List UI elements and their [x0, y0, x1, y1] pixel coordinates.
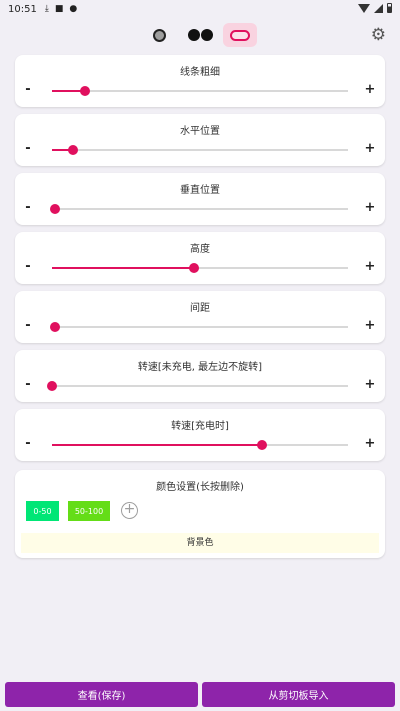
slider-title: 水平位置: [180, 126, 220, 137]
color-settings-title: 颜色设置(长按删除): [156, 482, 244, 493]
style-pill-button[interactable]: [223, 23, 257, 47]
slider-thumb[interactable]: [47, 381, 57, 391]
decrement-button[interactable]: -: [21, 83, 35, 97]
decrement-button[interactable]: -: [21, 437, 35, 451]
slider-title: 转速[充电时]: [171, 421, 229, 432]
slider-title: 垂直位置: [180, 185, 220, 196]
slider-card-vertical-position: 垂直位置 - +: [15, 173, 385, 225]
wifi-icon: [358, 3, 370, 13]
pill-icon: [230, 29, 250, 41]
slider-card-height: 高度 - +: [15, 232, 385, 284]
view-save-button[interactable]: 查看(保存): [5, 682, 198, 707]
status-bar: 10:51 ⤓ ■ ●: [0, 0, 400, 18]
slider-fill: [52, 267, 195, 269]
slider-track[interactable]: [52, 263, 348, 273]
battery-icon: [387, 3, 392, 13]
slider-thumb[interactable]: [49, 204, 60, 214]
increment-button[interactable]: +: [363, 201, 377, 215]
slider-card-rotation-speed-discharging: 转速[未充电, 最左边不旋转] - +: [15, 350, 385, 402]
style-single-dot-button[interactable]: [146, 23, 172, 47]
slider-thumb[interactable]: [79, 86, 90, 96]
slider-card-horizontal-position: 水平位置 - +: [15, 114, 385, 166]
add-color-button[interactable]: +: [121, 502, 138, 519]
increment-button[interactable]: +: [363, 378, 377, 392]
slider-thumb[interactable]: [67, 145, 78, 155]
double-dot-icon-left: [187, 29, 200, 41]
decrement-button[interactable]: -: [21, 260, 35, 274]
single-dot-icon: [152, 28, 166, 42]
decrement-button[interactable]: -: [21, 319, 35, 333]
notification-icon: ■: [54, 3, 64, 14]
slider-track[interactable]: [52, 145, 348, 155]
app-status-icon: ●: [69, 3, 78, 14]
increment-button[interactable]: +: [363, 260, 377, 274]
status-right: [358, 3, 392, 13]
slider-title: 间距: [190, 303, 210, 314]
slider-card-line-thickness: 线条粗细 - +: [15, 55, 385, 107]
status-time: 10:51: [8, 3, 37, 15]
increment-button[interactable]: +: [363, 142, 377, 156]
slider-thumb[interactable]: [257, 440, 268, 450]
slider-track[interactable]: [47, 381, 348, 391]
color-swatch-50-100[interactable]: 50-100: [68, 501, 110, 521]
background-color-button[interactable]: 背景色: [21, 533, 379, 553]
slider-card-spacing: 间距 - +: [15, 291, 385, 343]
slider-fill: [52, 444, 263, 446]
increment-button[interactable]: +: [363, 437, 377, 451]
slider-thumb[interactable]: [189, 263, 200, 273]
double-dot-icon-right: [200, 29, 213, 41]
slider-track[interactable]: [49, 322, 348, 332]
color-swatch-0-50[interactable]: 0-50: [26, 501, 59, 521]
slider-track[interactable]: [52, 86, 348, 96]
color-settings-card: 颜色设置(长按删除) 0-50 50-100 + 背景色: [15, 470, 385, 558]
slider-track[interactable]: [52, 440, 348, 450]
slider-card-rotation-speed-charging: 转速[充电时] - +: [15, 409, 385, 461]
increment-button[interactable]: +: [363, 83, 377, 97]
decrement-button[interactable]: -: [21, 201, 35, 215]
slider-title: 转速[未充电, 最左边不旋转]: [137, 362, 263, 373]
slider-title: 线条粗细: [180, 67, 220, 78]
slider-thumb[interactable]: [49, 322, 60, 332]
decrement-button[interactable]: -: [21, 378, 35, 392]
decrement-button[interactable]: -: [21, 142, 35, 156]
slider-title: 高度: [190, 244, 210, 255]
gear-icon[interactable]: ⚙: [371, 25, 386, 45]
increment-button[interactable]: +: [363, 319, 377, 333]
download-icon: ⤓: [44, 3, 49, 14]
style-selector: ⚙: [0, 20, 400, 50]
signal-icon: [374, 3, 383, 13]
import-clipboard-button[interactable]: 从剪切板导入: [202, 682, 395, 707]
style-double-dot-button[interactable]: [184, 23, 216, 47]
slider-track[interactable]: [49, 204, 348, 214]
